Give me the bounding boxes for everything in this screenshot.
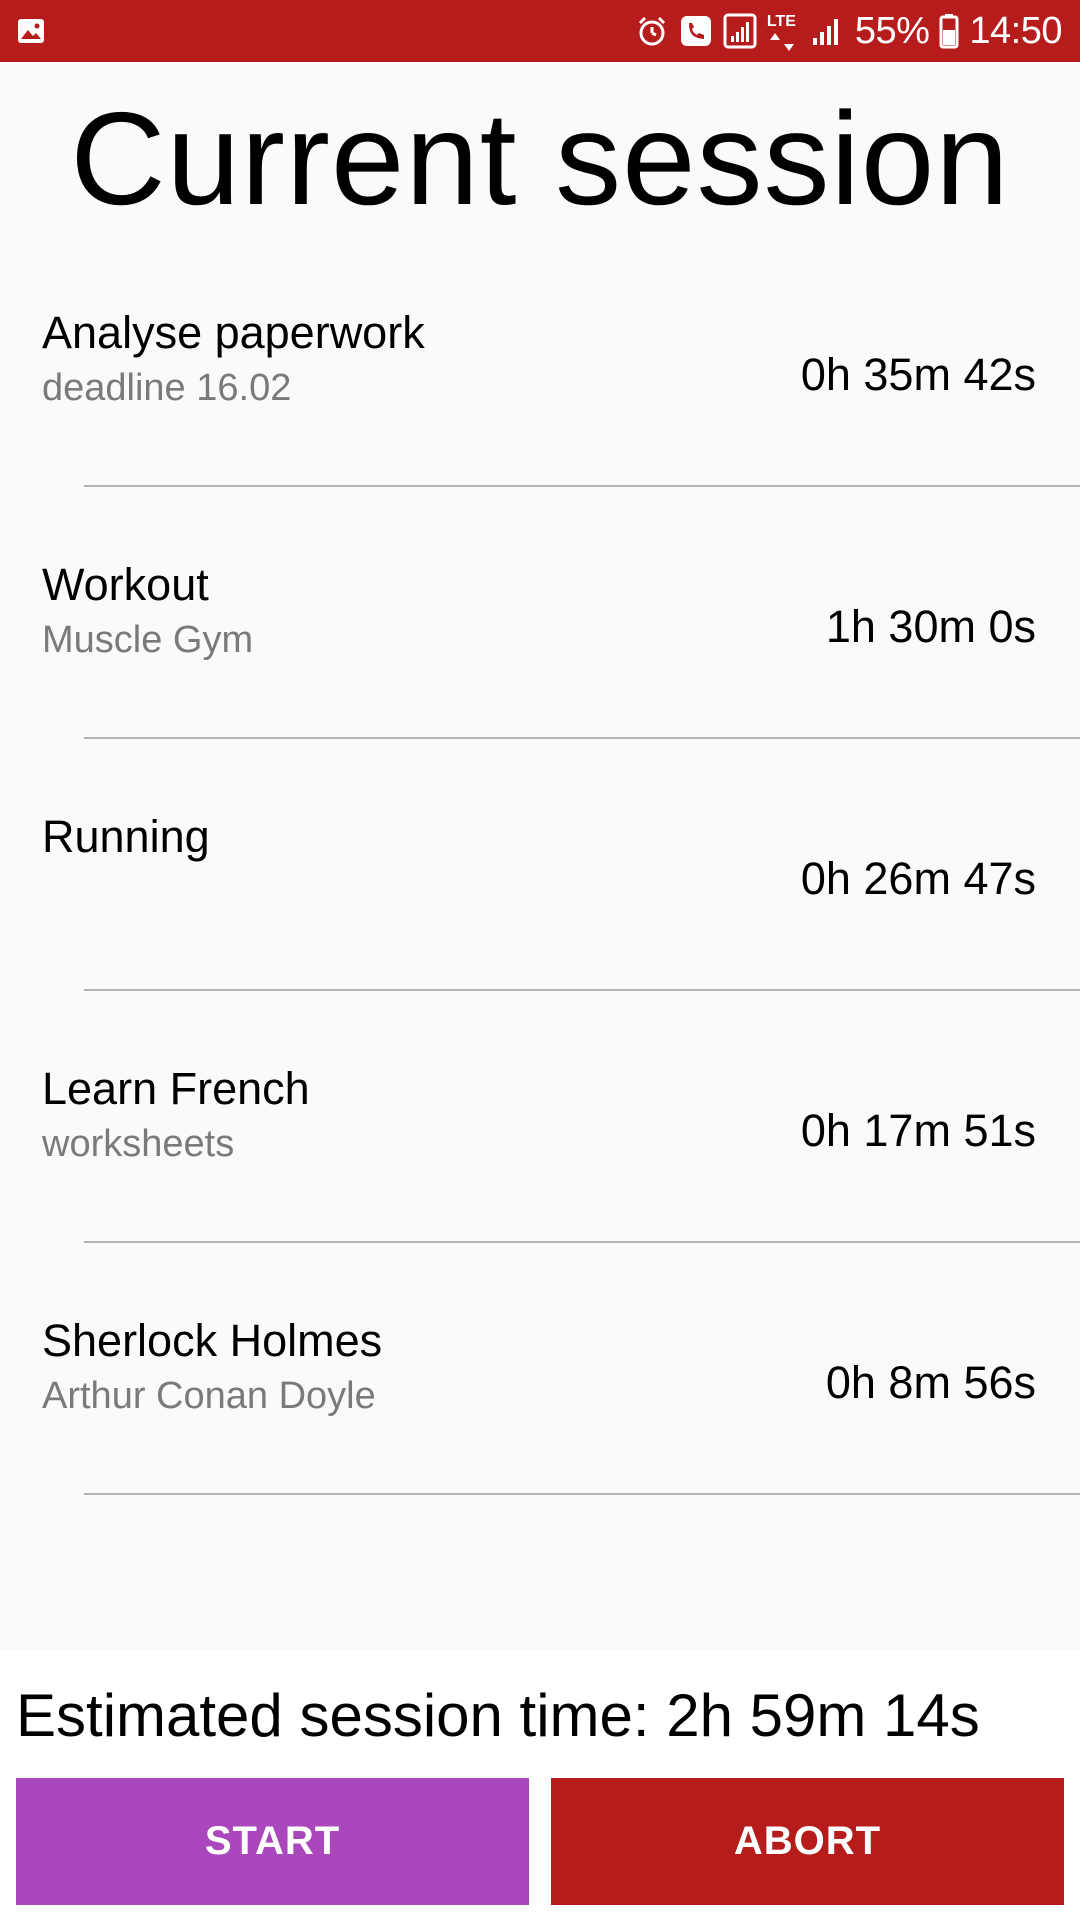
estimated-session-time: Estimated session time: 2h 59m 14s bbox=[16, 1682, 980, 1749]
lte-data-icon: LTE bbox=[767, 11, 801, 51]
task-name: Analyse paperwork bbox=[42, 307, 425, 358]
divider bbox=[84, 1493, 1080, 1495]
task-duration: 0h 8m 56s bbox=[825, 1357, 1036, 1408]
task-name: Learn French bbox=[42, 1063, 310, 1114]
task-name: Sherlock Holmes bbox=[42, 1315, 383, 1366]
status-right-group: LTE 55% 14:50 bbox=[635, 0, 1062, 62]
call-icon bbox=[680, 16, 711, 46]
signal-icon bbox=[812, 19, 838, 45]
start-button[interactable]: START bbox=[16, 1778, 529, 1905]
task-name: Running bbox=[42, 811, 210, 862]
task-row[interactable]: Analyse paperwork deadline 16.02 0h 35m … bbox=[0, 235, 1080, 487]
session-footer: Estimated session time: 2h 59m 14s START… bbox=[0, 1650, 1080, 1920]
clock: 14:50 bbox=[969, 9, 1062, 52]
alarm-icon bbox=[638, 16, 665, 46]
abort-button[interactable]: ABORT bbox=[551, 1778, 1064, 1905]
battery-percent: 55% bbox=[854, 9, 930, 52]
battery-icon bbox=[939, 14, 959, 49]
task-note: Muscle Gym bbox=[42, 619, 254, 661]
task-note: Arthur Conan Doyle bbox=[42, 1375, 376, 1417]
status-bar: LTE 55% 14:50 bbox=[0, 0, 1080, 62]
task-duration: 0h 35m 42s bbox=[800, 349, 1036, 400]
page-title: Current session bbox=[70, 85, 1010, 232]
sim-signal-icon bbox=[723, 13, 757, 49]
task-row[interactable]: Running 0h 26m 47s bbox=[0, 739, 1080, 991]
task-duration: 0h 17m 51s bbox=[800, 1105, 1036, 1156]
task-list: Analyse paperwork deadline 16.02 0h 35m … bbox=[0, 235, 1080, 1495]
task-duration: 0h 26m 47s bbox=[800, 853, 1036, 904]
task-row[interactable]: Workout Muscle Gym 1h 30m 0s bbox=[0, 487, 1080, 739]
task-name: Workout bbox=[42, 559, 209, 610]
task-row[interactable]: Sherlock Holmes Arthur Conan Doyle 0h 8m… bbox=[0, 1243, 1080, 1495]
task-row[interactable]: Learn French worksheets 0h 17m 51s bbox=[0, 991, 1080, 1243]
image-icon bbox=[18, 19, 44, 43]
task-note: worksheets bbox=[42, 1123, 235, 1165]
task-duration: 1h 30m 0s bbox=[825, 601, 1036, 652]
task-note: deadline 16.02 bbox=[42, 367, 292, 409]
